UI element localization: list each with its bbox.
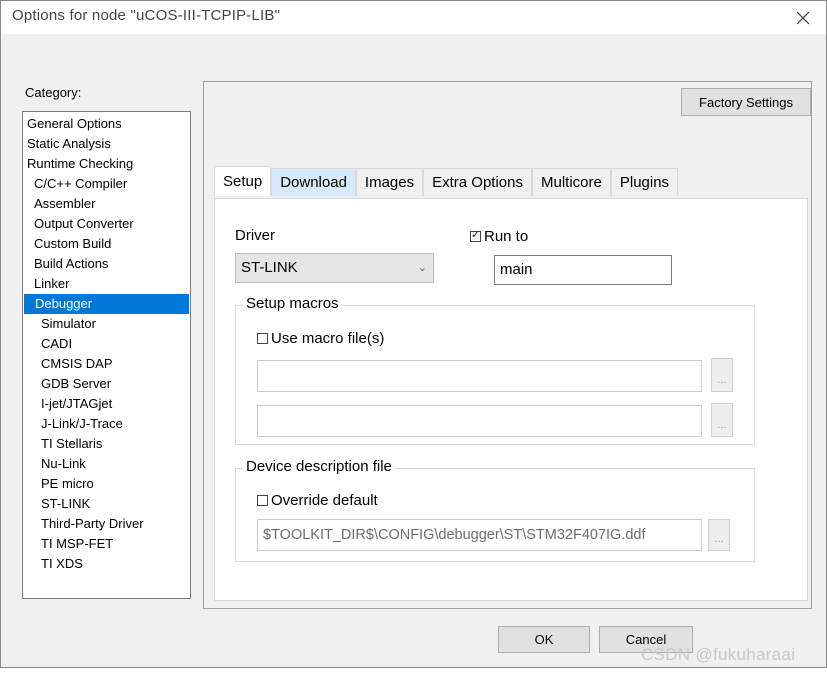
watermark: CSDN @fukuharaai bbox=[641, 645, 796, 664]
category-item-assembler[interactable]: Assembler bbox=[23, 194, 190, 214]
chevron-down-icon: ⌄ bbox=[417, 262, 427, 274]
category-item-runtime-checking[interactable]: Runtime Checking bbox=[23, 154, 190, 174]
category-item-ti-msp-fet[interactable]: TI MSP-FET bbox=[23, 534, 190, 554]
category-item-nu-link[interactable]: Nu-Link bbox=[23, 454, 190, 474]
tab-extra-options[interactable]: Extra Options bbox=[423, 168, 532, 196]
tab-setup[interactable]: Setup bbox=[214, 166, 272, 196]
category-item-st-link[interactable]: ST-LINK bbox=[23, 494, 190, 514]
category-item-linker[interactable]: Linker bbox=[23, 274, 190, 294]
use-macro-check-icon bbox=[257, 333, 268, 344]
device-file-input[interactable]: $TOOLKIT_DIR$\CONFIG\debugger\ST\STM32F4… bbox=[257, 519, 702, 551]
device-description-title: Device description file bbox=[243, 458, 395, 475]
tab-multicore[interactable]: Multicore bbox=[532, 168, 611, 196]
use-macro-checkbox[interactable]: Use macro file(s) bbox=[257, 330, 384, 347]
category-item-static-analysis[interactable]: Static Analysis bbox=[23, 134, 190, 154]
title-bar: Options for node "uCOS-III-TCPIP-LIB" bbox=[1, 1, 826, 34]
category-item-third-party-driver[interactable]: Third-Party Driver bbox=[23, 514, 190, 534]
run-to-label: Run to bbox=[484, 228, 529, 245]
category-item-i-jet-jtagjet[interactable]: I-jet/JTAGjet bbox=[23, 394, 190, 414]
override-check-icon bbox=[257, 495, 268, 506]
device-description-group: Device description file Override default… bbox=[235, 458, 755, 562]
override-default-label: Override default bbox=[271, 492, 378, 509]
setup-macros-group: Setup macros Use macro file(s) ... ... bbox=[235, 295, 755, 445]
category-item-pe-micro[interactable]: PE micro bbox=[23, 474, 190, 494]
category-item-gdb-server[interactable]: GDB Server bbox=[23, 374, 190, 394]
close-button[interactable] bbox=[780, 1, 826, 34]
window-title: Options for node "uCOS-III-TCPIP-LIB" bbox=[12, 7, 281, 24]
run-to-checkbox[interactable]: Run to bbox=[470, 228, 528, 245]
options-dialog: Options for node "uCOS-III-TCPIP-LIB" Ca… bbox=[0, 0, 827, 668]
tab-download[interactable]: Download bbox=[271, 168, 356, 196]
category-list[interactable]: General Options Static Analysis Runtime Ch… bbox=[22, 111, 191, 599]
driver-label: Driver bbox=[235, 227, 275, 244]
category-item-c-c-compiler[interactable]: C/C++ Compiler bbox=[23, 174, 190, 194]
tab-strip: Setup Download Images Extra Options Multicor… bbox=[214, 166, 679, 196]
category-item-cmsis-dap[interactable]: CMSIS DAP bbox=[23, 354, 190, 374]
browse-macro-button-1[interactable]: ... bbox=[711, 358, 733, 392]
category-label: Category: bbox=[25, 85, 82, 100]
category-item-ti-stellaris[interactable]: TI Stellaris bbox=[23, 434, 190, 454]
macro-file-input-1[interactable] bbox=[257, 360, 702, 392]
setup-tab-content: Driver ST-LINK ⌄ Run to main Setup macro… bbox=[214, 198, 808, 601]
setup-macros-title: Setup macros bbox=[243, 295, 342, 312]
browse-device-file-button[interactable]: ... bbox=[708, 519, 730, 551]
category-item-output-converter[interactable]: Output Converter bbox=[23, 214, 190, 234]
driver-value: ST-LINK bbox=[241, 259, 298, 276]
category-item-debugger[interactable]: Debugger bbox=[24, 294, 189, 314]
close-icon bbox=[796, 11, 810, 24]
category-item-ti-xds[interactable]: TI XDS bbox=[23, 554, 190, 574]
driver-select[interactable]: ST-LINK ⌄ bbox=[235, 253, 434, 283]
use-macro-label: Use macro file(s) bbox=[271, 330, 385, 347]
tab-plugins[interactable]: Plugins bbox=[610, 168, 679, 196]
category-item-j-link-j-trace[interactable]: J-Link/J-Trace bbox=[23, 414, 190, 434]
category-item-custom-build[interactable]: Custom Build bbox=[23, 234, 190, 254]
tab-images[interactable]: Images bbox=[355, 168, 424, 196]
run-to-check-icon bbox=[470, 228, 481, 242]
macro-file-input-2[interactable] bbox=[257, 405, 702, 437]
factory-settings-button[interactable]: Factory Settings bbox=[681, 88, 811, 116]
category-item-simulator[interactable]: Simulator bbox=[23, 314, 190, 334]
run-to-input[interactable]: main bbox=[494, 255, 672, 285]
override-default-checkbox[interactable]: Override default bbox=[257, 492, 378, 509]
browse-macro-button-2[interactable]: ... bbox=[711, 403, 733, 437]
ok-button[interactable]: OK bbox=[498, 626, 590, 653]
options-panel: Factory Settings Setup Download Images Extr… bbox=[203, 81, 812, 609]
category-item-general-options[interactable]: General Options bbox=[23, 114, 190, 134]
category-item-build-actions[interactable]: Build Actions bbox=[23, 254, 190, 274]
category-item-cadi[interactable]: CADI bbox=[23, 334, 190, 354]
